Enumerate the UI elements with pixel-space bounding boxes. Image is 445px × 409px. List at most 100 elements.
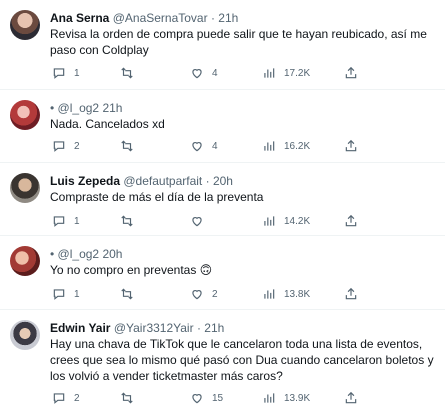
separator: · bbox=[196, 321, 201, 335]
like-count: 4 bbox=[212, 140, 218, 152]
tweet-header: • @l_og2 21h bbox=[50, 101, 122, 116]
reply-count: 1 bbox=[74, 215, 80, 227]
share-button[interactable] bbox=[344, 138, 358, 154]
heart-icon bbox=[192, 290, 202, 300]
tweet[interactable]: • @l_og2 21h Nada. Cancelados xd 2 4 16.… bbox=[0, 90, 445, 162]
retweet-button[interactable] bbox=[120, 390, 142, 406]
author-name[interactable]: Ana Serna bbox=[50, 11, 109, 25]
tweet-header: Ana Serna @AnaSernaTovar · 21h bbox=[50, 11, 238, 26]
tweet[interactable]: Ana Serna @AnaSernaTovar · 21h Revisa la… bbox=[0, 0, 445, 90]
view-count: 13.9K bbox=[284, 392, 311, 404]
tweet[interactable]: • @l_og2 20h Yo no compro en preventas 🙃… bbox=[0, 236, 445, 308]
like-count: 15 bbox=[212, 392, 224, 404]
view-count: 14.2K bbox=[284, 215, 311, 227]
retweet-button[interactable] bbox=[120, 138, 142, 154]
retweet-button[interactable] bbox=[120, 286, 142, 302]
retweet-icon bbox=[121, 288, 133, 300]
action-bar: 1 2 13.8K bbox=[50, 286, 430, 302]
reply-count: 2 bbox=[74, 392, 80, 404]
like-count: 2 bbox=[212, 288, 218, 300]
action-bar: 2 4 16.2K bbox=[50, 138, 430, 154]
share-button[interactable] bbox=[344, 390, 358, 406]
author-prefix: • bbox=[50, 247, 55, 261]
reply-button[interactable]: 2 bbox=[52, 390, 80, 406]
share-button[interactable] bbox=[344, 286, 358, 302]
tweet[interactable]: Edwin Yair @Yair3312Yair · 21h Hay una c… bbox=[0, 310, 445, 409]
heart-icon bbox=[192, 69, 202, 79]
share-icon bbox=[345, 287, 357, 300]
avatar[interactable] bbox=[10, 10, 40, 40]
heart-icon bbox=[192, 217, 202, 227]
reply-thread: Ana Serna @AnaSernaTovar · 21h Revisa la… bbox=[0, 0, 445, 409]
share-button[interactable] bbox=[344, 65, 358, 81]
views-icon bbox=[264, 216, 275, 226]
views-button[interactable]: 13.9K bbox=[262, 390, 310, 406]
reply-icon bbox=[53, 393, 65, 404]
like-button[interactable] bbox=[190, 213, 212, 229]
timestamp[interactable]: 20h bbox=[102, 247, 122, 261]
view-count: 13.8K bbox=[284, 288, 311, 300]
like-button[interactable]: 2 bbox=[190, 286, 218, 302]
reply-button[interactable]: 1 bbox=[52, 286, 80, 302]
avatar[interactable] bbox=[10, 320, 40, 350]
retweet-icon bbox=[121, 67, 133, 79]
share-button[interactable] bbox=[344, 213, 358, 229]
retweet-icon bbox=[121, 392, 133, 404]
reply-count: 1 bbox=[74, 67, 80, 79]
views-button[interactable]: 13.8K bbox=[262, 286, 310, 302]
reply-button[interactable]: 2 bbox=[52, 138, 80, 154]
author-handle[interactable]: @l_og2 bbox=[58, 101, 100, 115]
timestamp[interactable]: 21h bbox=[204, 321, 224, 335]
like-button[interactable]: 15 bbox=[190, 390, 223, 406]
timestamp[interactable]: 21h bbox=[102, 101, 122, 115]
tweet-header: Edwin Yair @Yair3312Yair · 21h bbox=[50, 321, 224, 336]
author-name[interactable]: Edwin Yair bbox=[50, 321, 110, 335]
avatar[interactable] bbox=[10, 100, 40, 130]
author-prefix: • bbox=[50, 101, 55, 115]
reply-icon bbox=[53, 289, 65, 300]
reply-icon bbox=[53, 216, 65, 227]
reply-count: 1 bbox=[74, 288, 80, 300]
action-bar: 1 14.2K bbox=[50, 213, 430, 229]
tweet-text: Nada. Cancelados xd bbox=[50, 117, 165, 131]
reply-button[interactable]: 1 bbox=[52, 213, 80, 229]
reply-count: 2 bbox=[74, 140, 80, 152]
views-button[interactable]: 14.2K bbox=[262, 213, 310, 229]
tweet-text: Hay una chava de TikTok que le cancelaro… bbox=[50, 337, 434, 383]
avatar[interactable] bbox=[10, 173, 40, 203]
tweet[interactable]: Luis Zepeda @defautparfait · 20h Compras… bbox=[0, 163, 445, 235]
share-icon bbox=[345, 391, 357, 404]
retweet-icon bbox=[121, 140, 133, 152]
reply-icon bbox=[53, 68, 65, 79]
views-icon bbox=[264, 393, 275, 403]
share-icon bbox=[345, 139, 357, 152]
reply-icon bbox=[53, 141, 65, 152]
views-icon bbox=[264, 289, 275, 299]
tweet-header: Luis Zepeda @defautparfait · 20h bbox=[50, 174, 233, 189]
avatar[interactable] bbox=[10, 246, 40, 276]
views-button[interactable]: 16.2K bbox=[262, 138, 310, 154]
like-count: 4 bbox=[212, 67, 218, 79]
tweet-text: Yo no compro en preventas 🙃 bbox=[50, 263, 213, 277]
tweet-text: Revisa la orden de compra puede salir qu… bbox=[50, 27, 427, 57]
timestamp[interactable]: 20h bbox=[213, 174, 233, 188]
heart-icon bbox=[192, 394, 202, 404]
tweet-header: • @l_og2 20h bbox=[50, 247, 122, 262]
like-button[interactable]: 4 bbox=[190, 65, 218, 81]
author-handle[interactable]: @defautparfait bbox=[123, 174, 202, 188]
views-icon bbox=[264, 141, 275, 151]
timestamp[interactable]: 21h bbox=[218, 11, 238, 25]
views-icon bbox=[264, 68, 275, 78]
like-button[interactable]: 4 bbox=[190, 138, 218, 154]
separator: · bbox=[205, 174, 210, 188]
retweet-button[interactable] bbox=[120, 213, 142, 229]
action-bar: 2 15 13.9K bbox=[50, 390, 430, 406]
reply-button[interactable]: 1 bbox=[52, 65, 80, 81]
author-handle[interactable]: @Yair3312Yair bbox=[114, 321, 194, 335]
view-count: 17.2K bbox=[284, 67, 311, 79]
author-name[interactable]: Luis Zepeda bbox=[50, 174, 120, 188]
author-handle[interactable]: @l_og2 bbox=[58, 247, 100, 261]
author-handle[interactable]: @AnaSernaTovar bbox=[113, 11, 208, 25]
retweet-button[interactable] bbox=[120, 65, 142, 81]
views-button[interactable]: 17.2K bbox=[262, 65, 310, 81]
